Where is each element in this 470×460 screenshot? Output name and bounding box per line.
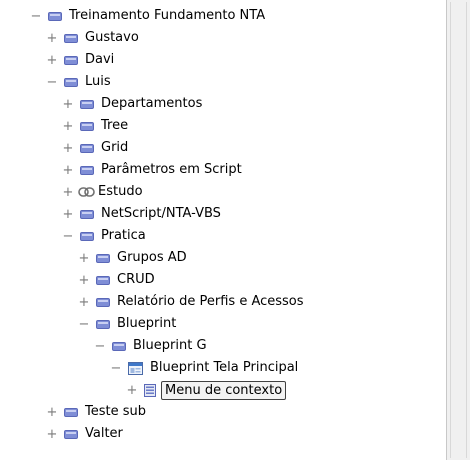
expand-toggle-icon[interactable]: + (62, 181, 74, 203)
tree-node-label: Pratica (101, 228, 146, 243)
tree-node-estudo[interactable]: + Estudo (62, 181, 145, 203)
folder-bar-icon (64, 429, 78, 439)
tree-node-blueprint-tela-principal[interactable]: − Blueprint Tela Principal (110, 357, 300, 379)
tree-node-luis[interactable]: − Luis (46, 71, 113, 93)
window-icon (128, 361, 143, 375)
tree-node-davi[interactable]: + Davi (46, 49, 116, 71)
link-icon (78, 187, 95, 197)
tree-node-label: Blueprint G (133, 338, 207, 353)
tree-node-label: Parâmetros em Script (101, 162, 242, 177)
expand-toggle-icon[interactable]: + (46, 423, 58, 445)
tree-node-parametros-em-script[interactable]: + Parâmetros em Script (62, 159, 244, 181)
tree-node-label: NetScript/NTA-VBS (101, 206, 221, 221)
tree-node-departamentos[interactable]: + Departamentos (62, 93, 204, 115)
tree-view: − Treinamento Fundamento NTA + Gustavo +… (0, 0, 446, 460)
folder-bar-icon (80, 165, 94, 175)
collapse-toggle-icon[interactable]: − (30, 5, 42, 27)
tree-node-crud[interactable]: + CRUD (78, 269, 157, 291)
tree-node-grid[interactable]: + Grid (62, 137, 130, 159)
scrollbar-track[interactable] (450, 2, 467, 458)
tree-node-label: Teste sub (85, 404, 146, 419)
expand-toggle-icon[interactable]: + (46, 27, 58, 49)
expand-toggle-icon[interactable]: + (62, 203, 74, 225)
expand-toggle-icon[interactable]: + (78, 247, 90, 269)
tree-node-grupos-ad[interactable]: + Grupos AD (78, 247, 189, 269)
collapse-toggle-icon[interactable]: − (46, 71, 58, 93)
tree-node-tree[interactable]: + Tree (62, 115, 130, 137)
folder-bar-icon (64, 77, 78, 87)
folder-bar-icon (80, 121, 94, 131)
folder-bar-icon (48, 11, 62, 21)
expand-toggle-icon[interactable]: + (62, 93, 74, 115)
tree-node-label: Grupos AD (117, 250, 187, 265)
expand-toggle-icon[interactable]: + (46, 49, 58, 71)
tree-node-label: Departamentos (101, 96, 203, 111)
expand-toggle-icon[interactable]: + (62, 137, 74, 159)
expand-toggle-icon[interactable]: + (78, 291, 90, 313)
expand-toggle-icon[interactable]: + (62, 159, 74, 181)
expand-toggle-icon[interactable]: + (78, 269, 90, 291)
tree-node-label: Estudo (98, 184, 143, 199)
expand-toggle-icon[interactable]: + (46, 401, 58, 423)
tree-node-label: Davi (85, 52, 115, 67)
vertical-scrollbar[interactable] (446, 0, 470, 460)
tree-node-menu-de-contexto[interactable]: + Menu de contexto (126, 379, 287, 401)
collapse-toggle-icon[interactable]: − (94, 335, 106, 357)
folder-bar-icon (64, 55, 78, 65)
expand-toggle-icon[interactable]: + (126, 379, 138, 401)
folder-bar-icon (96, 297, 110, 307)
tree-node-netscript-nta-vbs[interactable]: + NetScript/NTA-VBS (62, 203, 223, 225)
folder-bar-icon (80, 209, 94, 219)
tree-node-label: Relatório de Perfis e Acessos (117, 294, 304, 309)
folder-bar-icon (96, 319, 110, 329)
tree-node-gustavo[interactable]: + Gustavo (46, 27, 141, 49)
collapse-toggle-icon[interactable]: − (110, 357, 122, 379)
menu-icon (144, 383, 156, 397)
tree-node-label: Blueprint Tela Principal (150, 360, 299, 375)
folder-bar-icon (96, 253, 110, 263)
tree-node-valter[interactable]: + Valter (46, 423, 125, 445)
folder-bar-icon (80, 143, 94, 153)
tree-node-blueprint-g[interactable]: − Blueprint G (94, 335, 209, 357)
folder-bar-icon (112, 341, 126, 351)
collapse-toggle-icon[interactable]: − (78, 313, 90, 335)
tree-node-label: Valter (85, 426, 123, 441)
folder-bar-icon (64, 33, 78, 43)
tree-node-label: Luis (85, 74, 111, 89)
collapse-toggle-icon[interactable]: − (62, 225, 74, 247)
folder-bar-icon (80, 99, 94, 109)
expand-toggle-icon[interactable]: + (62, 115, 74, 137)
tree-node-label: Treinamento Fundamento NTA (69, 8, 266, 23)
folder-bar-icon (64, 407, 78, 417)
tree-node-teste-sub[interactable]: + Teste sub (46, 401, 148, 423)
tree-node-label: Blueprint (117, 316, 177, 331)
folder-bar-icon (96, 275, 110, 285)
tree-node-label: Tree (101, 118, 129, 133)
tree-node-label-selected: Menu de contexto (161, 380, 287, 400)
folder-bar-icon (80, 231, 94, 241)
tree-node-label: CRUD (117, 272, 155, 287)
tree-node-pratica[interactable]: − Pratica (62, 225, 148, 247)
tree-node-blueprint[interactable]: − Blueprint (78, 313, 178, 335)
tree-node-label: Grid (101, 140, 129, 155)
tree-node-relatorio-de-perfis-e-acessos[interactable]: + Relatório de Perfis e Acessos (78, 291, 306, 313)
tree-node-label: Gustavo (85, 30, 139, 45)
tree-node-treinamento-fundamento-nta[interactable]: − Treinamento Fundamento NTA (30, 5, 267, 27)
